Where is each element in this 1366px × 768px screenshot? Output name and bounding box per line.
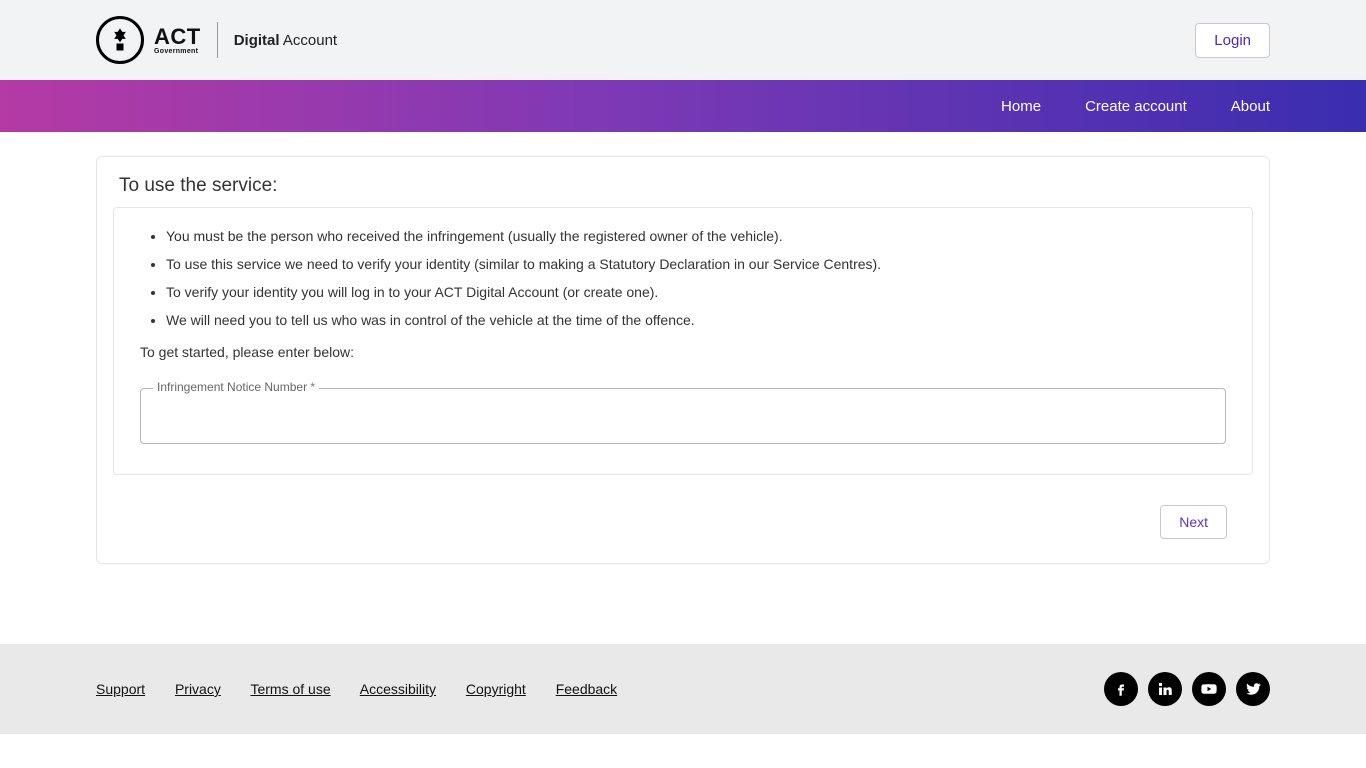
social-links bbox=[1104, 672, 1270, 706]
brand-sub-text: Government bbox=[154, 48, 201, 55]
footer-links: Support Privacy Terms of use Accessibili… bbox=[96, 681, 643, 697]
requirements-list: You must be the person who received the … bbox=[140, 228, 1226, 328]
footer-link-privacy[interactable]: Privacy bbox=[175, 681, 221, 697]
list-item: To verify your identity you will log in … bbox=[166, 284, 1226, 300]
top-bar: ACT Government Digital Account Login bbox=[0, 0, 1366, 80]
brand-product-bold: Digital bbox=[234, 32, 280, 49]
nav-about[interactable]: About bbox=[1231, 98, 1270, 115]
brand-main-text: ACT bbox=[154, 26, 201, 48]
page-content: To use the service: You must be the pers… bbox=[0, 132, 1366, 604]
primary-nav: Home Create account About bbox=[0, 80, 1366, 132]
nav-home[interactable]: Home bbox=[1001, 98, 1041, 115]
footer: Support Privacy Terms of use Accessibili… bbox=[0, 644, 1366, 734]
login-button[interactable]: Login bbox=[1195, 23, 1270, 58]
card-body: You must be the person who received the … bbox=[113, 207, 1253, 475]
footer-link-feedback[interactable]: Feedback bbox=[556, 681, 617, 697]
lead-text: To get started, please enter below: bbox=[140, 344, 1226, 360]
card-title: To use the service: bbox=[97, 157, 1269, 207]
infringement-input[interactable] bbox=[141, 389, 1225, 443]
infringement-field: Infringement Notice Number * bbox=[140, 388, 1226, 444]
infringement-label-text: Infringement Notice Number bbox=[157, 380, 310, 394]
footer-link-terms[interactable]: Terms of use bbox=[250, 681, 330, 697]
brand-product-light: Account bbox=[280, 32, 338, 49]
list-item: We will need you to tell us who was in c… bbox=[166, 312, 1226, 328]
brand-logo[interactable]: ACT Government Digital Account bbox=[96, 12, 347, 68]
brand-text-block: ACT Government bbox=[154, 26, 201, 55]
coat-of-arms-icon bbox=[106, 26, 134, 54]
nav-create-account[interactable]: Create account bbox=[1085, 98, 1187, 115]
footer-link-copyright[interactable]: Copyright bbox=[466, 681, 526, 697]
footer-link-accessibility[interactable]: Accessibility bbox=[360, 681, 436, 697]
service-card: To use the service: You must be the pers… bbox=[96, 156, 1270, 564]
linkedin-icon[interactable] bbox=[1148, 672, 1182, 706]
list-item: You must be the person who received the … bbox=[166, 228, 1226, 244]
required-mark: * bbox=[310, 380, 315, 394]
twitter-icon[interactable] bbox=[1236, 672, 1270, 706]
card-actions: Next bbox=[113, 475, 1253, 549]
youtube-icon[interactable] bbox=[1192, 672, 1226, 706]
infringement-label: Infringement Notice Number * bbox=[153, 380, 319, 394]
list-item: To use this service we need to verify yo… bbox=[166, 256, 1226, 272]
act-seal-icon bbox=[96, 16, 144, 64]
brand-divider bbox=[217, 22, 218, 58]
facebook-icon[interactable] bbox=[1104, 672, 1138, 706]
brand-product-name: Digital Account bbox=[234, 32, 337, 49]
footer-link-support[interactable]: Support bbox=[96, 681, 145, 697]
next-button[interactable]: Next bbox=[1160, 505, 1227, 539]
